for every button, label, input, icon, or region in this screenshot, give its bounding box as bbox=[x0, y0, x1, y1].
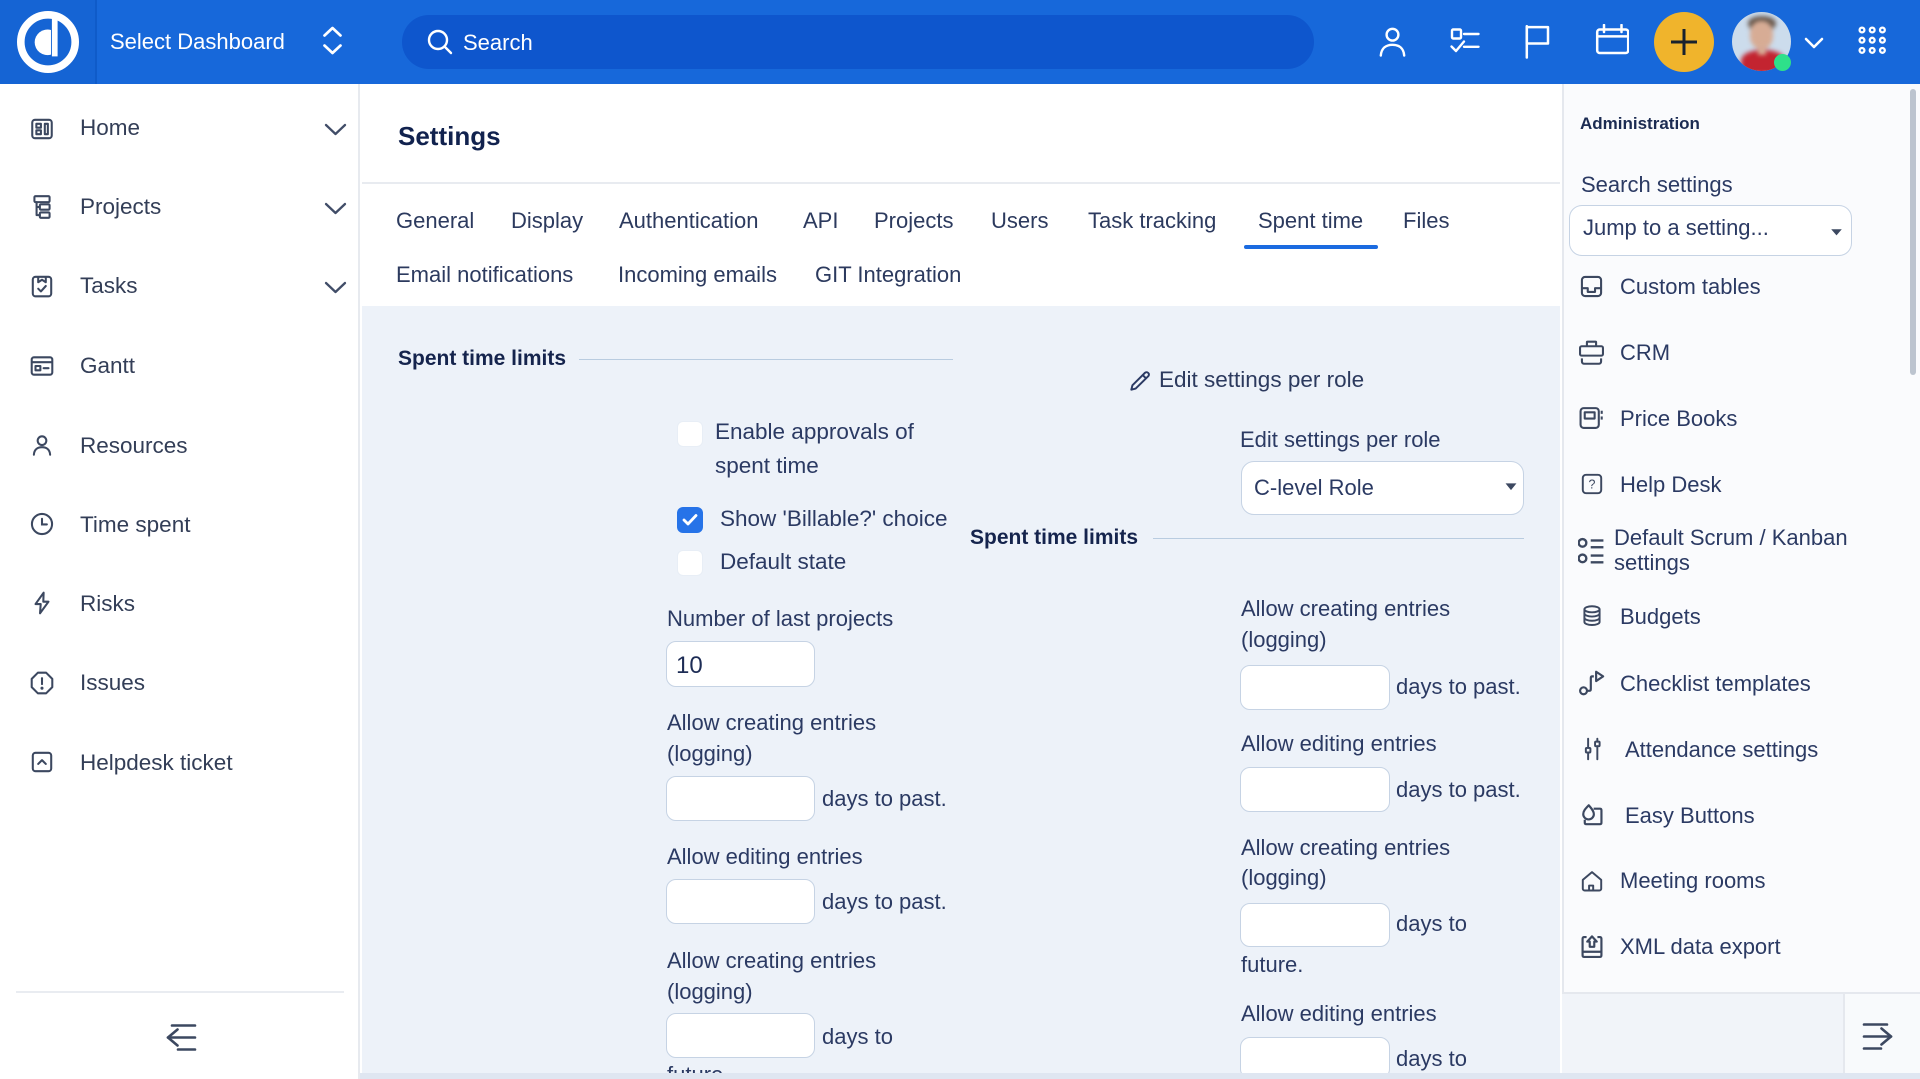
svg-text:?: ? bbox=[1589, 478, 1596, 492]
